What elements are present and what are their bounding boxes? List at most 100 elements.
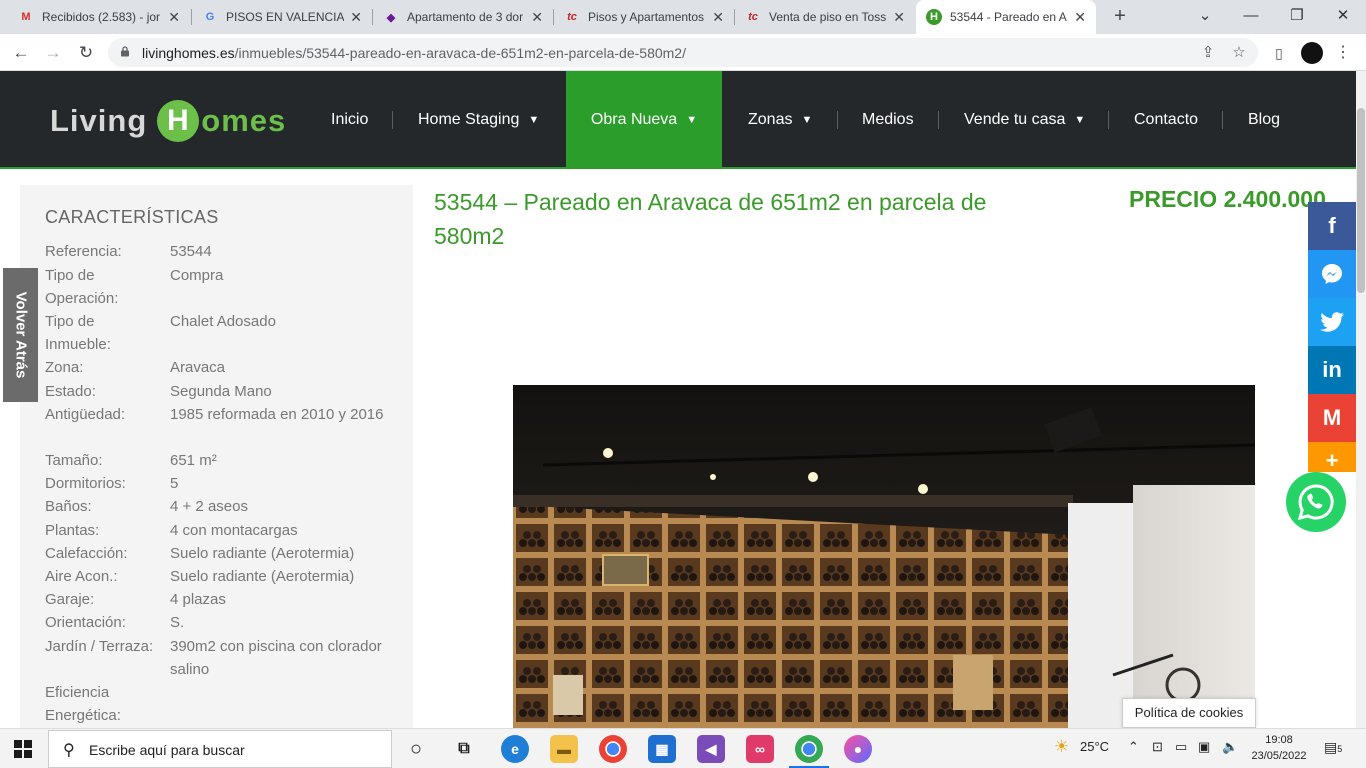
taskbar-search-placeholder: Escribe aquí para buscar [89, 742, 245, 758]
property-photo[interactable] [513, 385, 1255, 728]
clock-time: 19:08 [1265, 734, 1293, 746]
address-bar[interactable]: livinghomes.es/inmuebles/53544-pareado-e… [108, 38, 1258, 67]
characteristic-label: Plantas: [45, 522, 100, 539]
twitter-share-button[interactable] [1308, 298, 1356, 346]
restore-button[interactable]: ❐ [1274, 0, 1320, 34]
tc-icon: tc [748, 11, 758, 23]
tab-search-icon[interactable]: ⌄ [1182, 0, 1228, 34]
taskbar-clock[interactable]: 19:08 23/05/2022 [1248, 732, 1310, 764]
logo-text-homes: omes [201, 103, 287, 138]
browser-tab[interactable]: tc Pisos y Apartamentos ✕ [554, 0, 734, 34]
nav-item-blog[interactable]: Blog [1248, 71, 1280, 169]
reload-icon[interactable]: ↻ [73, 40, 99, 66]
gmail-icon: M [1322, 405, 1342, 430]
tc-icon: tc [567, 11, 577, 23]
chevron-down-icon: ▼ [801, 114, 813, 126]
living-homes-logo[interactable]: Living H omes [50, 97, 286, 145]
facebook-share-button[interactable]: f [1308, 202, 1356, 250]
nav-item-contacto[interactable]: Contacto [1134, 71, 1198, 169]
browser-tab[interactable]: ◆ Apartamento de 3 dor ✕ [373, 0, 553, 34]
characteristic-label: Aire Acon.: [45, 568, 118, 585]
characteristic-value: Compra [170, 267, 224, 284]
monitor-icon[interactable]: ▣ [1198, 739, 1210, 755]
gmail-share-button[interactable]: M [1308, 394, 1356, 442]
close-icon[interactable]: ✕ [712, 9, 724, 26]
characteristic-value: Segunda Mano [170, 383, 272, 400]
chrome-profile-icon[interactable] [795, 735, 823, 763]
cortana-icon[interactable]: ○ [402, 735, 430, 763]
windows-taskbar: ⚲ Escribe aquí para buscar ○ ⧉ e ▬ ▦ ◀ ∞… [0, 728, 1366, 768]
cookie-policy-button[interactable]: Política de cookies [1122, 698, 1256, 728]
lock-icon [121, 46, 129, 57]
nav-item-home-staging[interactable]: Home Staging ▼ [418, 71, 539, 169]
google-icon: G [205, 11, 215, 23]
back-arrow-icon[interactable]: ← [8, 40, 34, 66]
close-icon[interactable]: ✕ [531, 9, 543, 26]
close-icon[interactable]: ✕ [168, 9, 180, 26]
messenger-share-button[interactable] [1308, 250, 1356, 298]
site-icon: ◆ [386, 11, 396, 24]
nav-label: Zonas [748, 111, 793, 128]
tab-title: PISOS EN VALENCIA - [226, 10, 345, 24]
browser-tab[interactable]: tc Venta de piso en Toss ✕ [735, 0, 915, 34]
side-panel-icon[interactable]: ▯ [1268, 42, 1290, 64]
close-icon[interactable]: ✕ [893, 9, 905, 26]
linkedin-share-button[interactable]: in [1308, 346, 1356, 394]
menu-dots-icon[interactable]: ⋮ [1335, 42, 1351, 64]
property-title: 53544 – Pareado en Aravaca de 651m2 en p… [434, 189, 987, 249]
close-icon[interactable]: ✕ [1074, 9, 1086, 26]
browser-tab-active[interactable]: H 53544 - Pareado en A ✕ [916, 0, 1096, 34]
more-share-button[interactable]: + [1308, 442, 1356, 473]
characteristic-value: Aravaca [170, 359, 226, 376]
browser-tab[interactable]: G PISOS EN VALENCIA - ✕ [192, 0, 372, 34]
edge-icon[interactable]: e [501, 735, 529, 763]
notifications-button[interactable]: ▤5 [1324, 739, 1348, 759]
back-button-label: Volver Atrás [12, 291, 29, 379]
profile-avatar[interactable] [1301, 42, 1323, 64]
characteristic-label: Orientación: [45, 614, 126, 631]
bookmark-star-icon[interactable]: ☆ [1229, 43, 1249, 63]
browser-tab[interactable]: M Recibidos (2.583) - jor ✕ [8, 0, 190, 34]
search-icon: ⚲ [63, 742, 75, 759]
new-tab-button[interactable]: + [1108, 4, 1132, 28]
more-share-icon: + [1325, 448, 1339, 473]
network-icon[interactable]: ⊡ [1152, 739, 1163, 755]
characteristic-label: Tipo de Operación: [45, 267, 119, 307]
characteristic-value: Suelo radiante (Aerotermia) [170, 545, 355, 562]
chrome-icon[interactable] [599, 735, 627, 763]
task-view-icon[interactable]: ⧉ [450, 735, 478, 763]
back-button[interactable]: Volver Atrás [3, 268, 38, 402]
scrollbar-thumb[interactable] [1357, 108, 1365, 293]
characteristic-label: Jardín / Terraza: [45, 638, 154, 655]
url-domain: livinghomes.es [142, 45, 235, 61]
battery-icon[interactable]: ▭ [1175, 739, 1187, 755]
visual-studio-icon[interactable]: ◀ [697, 735, 725, 763]
volume-icon[interactable]: 🔈 [1222, 739, 1238, 755]
weather-temperature[interactable]: 25°C [1080, 739, 1109, 754]
characteristic-label: Tipo de Inmueble: [45, 313, 111, 353]
file-explorer-icon[interactable]: ▬ [550, 735, 578, 763]
creative-cloud-icon[interactable]: ∞ [746, 735, 774, 763]
nav-item-vende-tu-casa[interactable]: Vende tu casa ▼ [964, 71, 1085, 169]
chevron-up-icon[interactable]: ⌃ [1128, 739, 1139, 755]
nav-item-obra-nueva[interactable]: Obra Nueva ▼ [566, 71, 722, 169]
windows-start-icon[interactable] [14, 740, 32, 758]
forward-arrow-icon[interactable]: → [40, 40, 66, 66]
nav-label: Home Staging [418, 111, 520, 128]
chevron-down-icon: ▼ [686, 114, 698, 126]
paint-icon[interactable]: ● [844, 735, 872, 763]
share-page-icon[interactable]: ⇪ [1198, 43, 1218, 63]
nav-item-zonas[interactable]: Zonas ▼ [748, 71, 812, 169]
livinghomes-icon: H [926, 9, 942, 25]
close-window-button[interactable]: ✕ [1320, 0, 1366, 34]
characteristic-value: 1985 reformada en 2010 y 2016 [170, 406, 384, 423]
taskbar-search-box[interactable]: ⚲ Escribe aquí para buscar [48, 730, 392, 768]
close-icon[interactable]: ✕ [350, 9, 362, 26]
minimize-button[interactable]: — [1228, 0, 1274, 34]
nav-item-inicio[interactable]: Inicio [331, 71, 368, 169]
nav-item-medios[interactable]: Medios [862, 71, 914, 169]
characteristic-label: Referencia: [45, 243, 122, 260]
whatsapp-button[interactable] [1286, 472, 1346, 532]
gmail-icon: M [21, 11, 31, 23]
store-icon[interactable]: ▦ [648, 735, 676, 763]
